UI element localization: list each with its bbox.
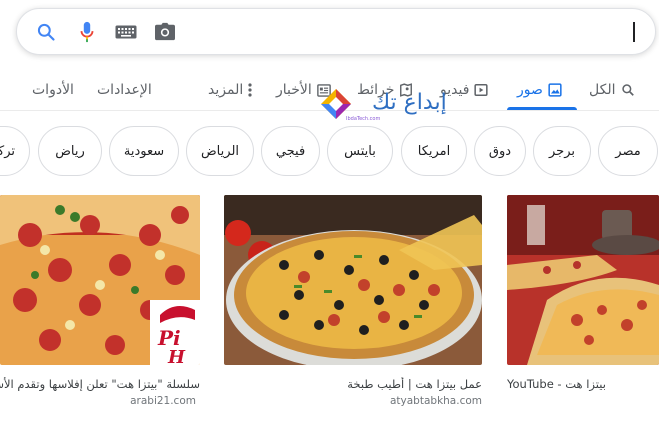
result-thumbnail[interactable] — [224, 195, 482, 365]
tab-tools[interactable]: الأدوات — [32, 78, 74, 102]
result-caption[interactable]: سلسلة "بيتزا هت" تعلن إفلاسها وتقدم الأس… — [0, 377, 200, 391]
tab-settings[interactable]: الإعدادات — [97, 78, 152, 102]
chip[interactable]: امريكا — [401, 126, 467, 176]
chip[interactable]: بايتس — [327, 126, 393, 176]
text-caret — [633, 22, 635, 42]
search-icon — [621, 83, 635, 97]
search-input[interactable] — [192, 17, 637, 47]
svg-text:H: H — [167, 347, 186, 365]
pizza-image: Pi H — [0, 195, 200, 365]
result-thumbnail[interactable] — [507, 195, 659, 365]
result-caption[interactable]: عمل بيتزا هت | أطيب طبخة — [224, 377, 482, 391]
pizza-image — [224, 195, 482, 365]
result-source[interactable]: arabi21.com — [0, 395, 196, 407]
result-caption[interactable]: بيتزا هت - YouTube — [507, 377, 659, 391]
camera-icon[interactable] — [154, 21, 176, 43]
keyboard-icon[interactable] — [115, 21, 137, 43]
watermark-text: إبداع تك — [372, 90, 447, 115]
tab-images[interactable]: صور — [517, 78, 562, 102]
pizza-image — [507, 195, 659, 365]
search-icon[interactable] — [35, 21, 57, 43]
active-tab-indicator — [507, 107, 577, 110]
more-vert-icon — [248, 83, 252, 97]
tab-label: الأدوات — [32, 82, 74, 98]
tab-label: الإعدادات — [97, 82, 152, 98]
tab-all[interactable]: الكل — [589, 78, 635, 102]
tab-more[interactable]: المزيد — [208, 78, 252, 102]
chip[interactable]: برجر — [533, 126, 591, 176]
related-chips: مصر برجر دوق امريكا بايتس فيجي الرياض سع… — [0, 126, 659, 176]
chip[interactable]: فيجي — [261, 126, 320, 176]
image-icon — [548, 83, 562, 97]
mic-icon[interactable] — [76, 21, 98, 43]
chip[interactable]: سعودية — [109, 126, 179, 176]
search-bar[interactable] — [16, 8, 656, 55]
result-source[interactable]: atyabtabkha.com — [224, 395, 482, 407]
chip[interactable]: رياض — [38, 126, 102, 176]
tab-label: صور — [517, 82, 543, 98]
chip[interactable]: الرياض — [186, 126, 254, 176]
tab-label: الكل — [589, 82, 616, 98]
chip[interactable]: دوق — [474, 126, 526, 176]
chip[interactable]: مصر — [598, 126, 658, 176]
tab-label: الأخبار — [276, 82, 312, 98]
result-thumbnail[interactable]: Pi H — [0, 195, 200, 365]
watermark: إبداع تك IbdaTech.com — [320, 86, 500, 126]
tab-label: المزيد — [208, 82, 244, 98]
chip[interactable]: تركي — [0, 126, 30, 176]
watermark-subtext: IbdaTech.com — [346, 116, 381, 122]
